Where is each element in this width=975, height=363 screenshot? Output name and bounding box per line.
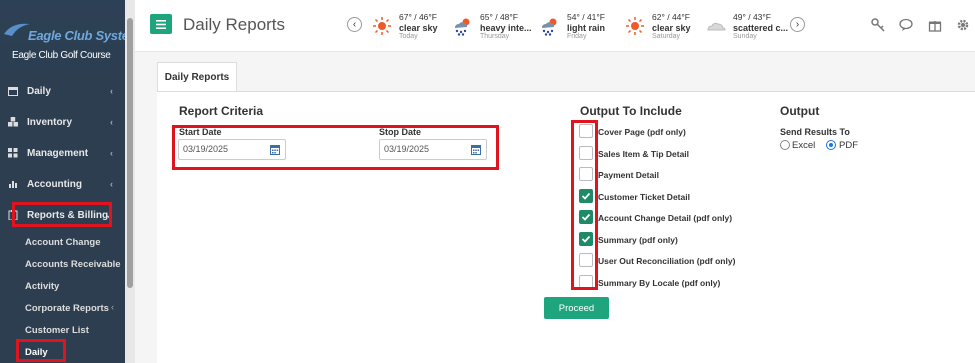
highlight-date-range [172,125,499,170]
sidebar-item-label: Management [27,147,89,159]
rain-sun-icon [455,18,470,36]
output-option-label[interactable]: Customer Ticket Detail [598,192,690,202]
weather-day-friday: 54° / 41°F light rain Friday [540,12,620,42]
sidebar-subitem-corporate-reports[interactable]: Corporate Reports [25,303,109,314]
sun-icon [626,17,644,35]
key-icon[interactable] [871,18,885,32]
bar-chart-icon [9,181,17,188]
weather-day: Thursday [480,33,510,40]
chevron-left-icon: ‹ [111,302,114,312]
weather-condition: clear sky [399,23,438,33]
sidebar-item-accounting[interactable]: Accounting ‹ [0,169,125,199]
output-option-label[interactable]: Account Change Detail (pdf only) [598,213,732,223]
gear-icon[interactable] [956,18,970,32]
output-option-label[interactable]: Cover Page (pdf only) [598,127,686,137]
page-title: Daily Reports [183,15,286,34]
grid-icon [8,148,18,158]
weather-condition: heavy inte... [480,23,532,33]
weather-temp: 62° / 44°F [652,12,690,22]
sidebar: Eagle Club Systems Eagle Club Golf Cours… [0,0,147,363]
weather-day: Friday [567,33,587,40]
weather-day: Today [399,33,418,40]
rain-sun-icon [542,18,557,36]
report-criteria-title: Report Criteria [179,104,264,118]
weather-condition: clear sky [652,23,691,33]
sidebar-scrollbar[interactable] [125,0,135,363]
output-option-label[interactable]: Sales Item & Tip Detail [598,149,689,159]
weather-temp: 49° / 43°F [733,12,771,22]
cloud-icon [707,22,726,31]
weather-day-today: 67° / 46°F clear sky Today [372,12,452,42]
gift-icon[interactable] [928,18,942,32]
calendar-icon [8,87,18,96]
output-title: Output [780,104,820,118]
sidebar-subitem-customer-list[interactable]: Customer List [25,325,89,336]
chevron-left-icon: ‹ [110,86,113,96]
pdf-radio-label[interactable]: PDF [839,140,858,151]
logo[interactable]: Eagle Club Systems Eagle Club Golf Cours… [0,0,147,78]
output-option-label[interactable]: Summary By Locale (pdf only) [598,278,720,288]
weather-temp: 54° / 41°F [567,12,605,22]
sidebar-subitem-accounts-receivable[interactable]: Accounts Receivable [25,259,121,270]
chat-icon[interactable] [899,18,913,32]
weather-prev-button[interactable]: ‹ [347,17,362,32]
sidebar-item-label: Daily [27,85,51,97]
sidebar-subitem-activity[interactable]: Activity [25,281,59,292]
sidebar-subitem-account-change[interactable]: Account Change [25,237,100,248]
scrollbar-thumb[interactable] [127,18,133,288]
output-option-label[interactable]: Payment Detail [598,170,659,180]
proceed-button[interactable]: Proceed [544,297,609,319]
sidebar-item-label: Inventory [27,116,73,128]
excel-radio-label[interactable]: Excel [792,140,815,151]
output-option-label[interactable]: User Out Reconciliation (pdf only) [598,256,735,266]
top-bar: Daily Reports ‹ 67° / 46°F clear sky Tod… [135,0,975,52]
weather-day-thursday: 65° / 48°F heavy inte... Thursday [453,12,533,42]
tab-daily-reports[interactable]: Daily Reports [157,62,237,92]
highlight-daily [16,339,66,362]
logo-subtitle: Eagle Club Golf Course [12,50,111,61]
output-include-title: Output To Include [580,104,682,118]
highlight-checkboxes [571,120,598,290]
sidebar-item-inventory[interactable]: Inventory ‹ [0,107,125,137]
weather-condition: light rain [567,23,605,33]
send-results-label: Send Results To [780,127,850,137]
weather-day: Saturday [652,33,681,40]
output-option-label[interactable]: Summary (pdf only) [598,235,678,245]
hamburger-icon [156,19,166,29]
weather-temp: 67° / 46°F [399,12,437,22]
sidebar-item-daily[interactable]: Daily ‹ [0,76,125,106]
sidebar-item-label: Accounting [27,178,82,190]
weather-day-saturday: 62° / 44°F clear sky Saturday [625,12,705,42]
weather-next-button[interactable]: › [790,17,805,32]
sun-icon [373,17,391,35]
chevron-left-icon: ‹ [110,148,113,158]
weather-day: Sunday [733,33,757,40]
sidebar-item-management[interactable]: Management ‹ [0,138,125,168]
cubes-icon [8,117,18,127]
weather-temp: 65° / 48°F [480,12,518,22]
weather-day-sunday: 49° / 43°F scattered c... Sunday [706,12,789,42]
chevron-left-icon: ‹ [110,117,113,127]
highlight-reports-billing [12,202,112,227]
excel-radio[interactable] [780,140,790,150]
chevron-left-icon: ‹ [110,179,113,189]
pdf-radio[interactable] [826,140,836,150]
weather-condition: scattered c... [733,23,789,33]
menu-toggle-button[interactable] [150,14,172,34]
